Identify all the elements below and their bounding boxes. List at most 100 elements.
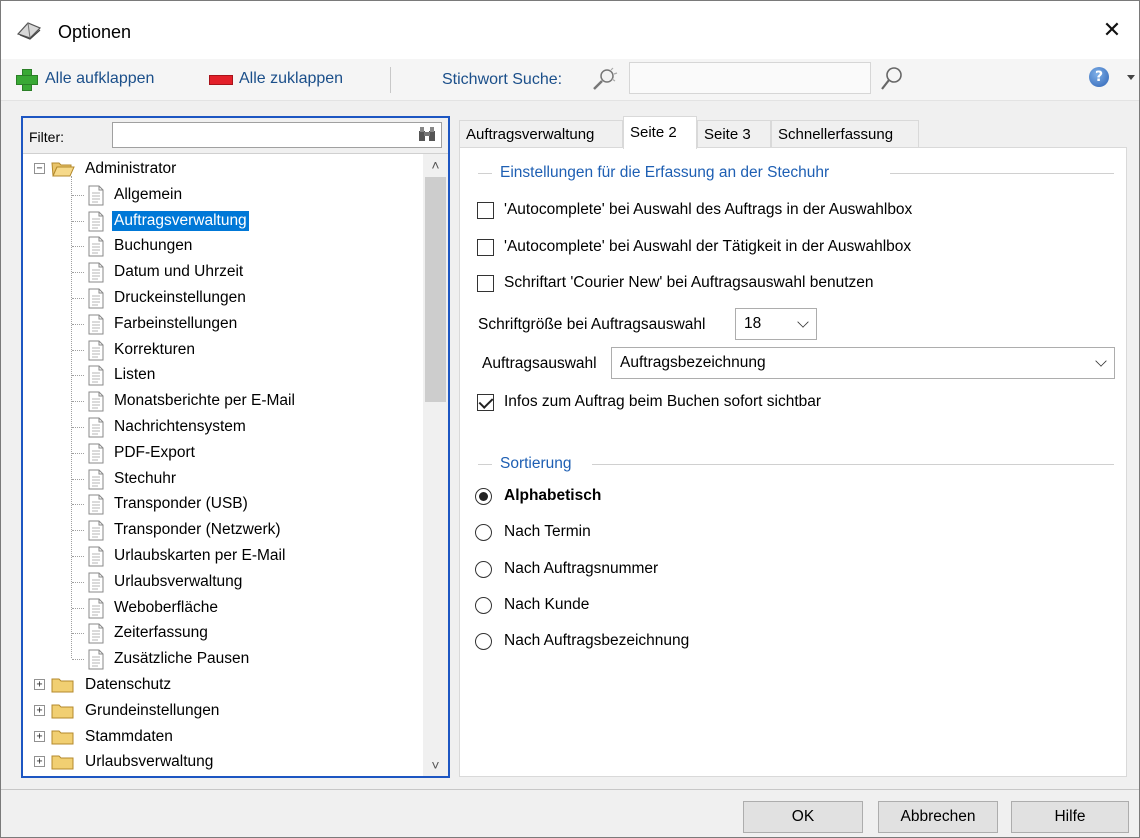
font-size-value: 18 bbox=[744, 315, 762, 332]
autocomplete-order-label: 'Autocomplete' bei Auswahl des Auftrags … bbox=[504, 201, 913, 218]
autocomplete-order-checkbox[interactable] bbox=[477, 202, 494, 219]
tree-guide-line bbox=[72, 272, 84, 274]
sort-alphabetical-radio[interactable] bbox=[475, 488, 492, 505]
tree-node-label: Weboberfläche bbox=[114, 598, 218, 616]
chevron-down-icon[interactable]: ˅ bbox=[423, 754, 448, 776]
tree-node-label: Datum und Uhrzeit bbox=[114, 263, 244, 281]
search-icon[interactable] bbox=[879, 65, 905, 93]
chevron-up-icon[interactable]: ˄ bbox=[423, 154, 448, 176]
tree-node-zusätzliche-pausen[interactable]: Zusätzliche Pausen bbox=[23, 646, 423, 672]
tree-guide-line bbox=[72, 401, 84, 403]
expand-all-button[interactable]: Alle aufklappen bbox=[15, 65, 154, 93]
tree-guide-line bbox=[72, 427, 84, 428]
tree-node-urlaubsverwaltung[interactable]: Urlaubsverwaltung bbox=[23, 569, 423, 595]
tab-seite-3[interactable]: Seite 3 bbox=[697, 120, 771, 148]
tab-auftragsverwaltung[interactable]: Auftragsverwaltung bbox=[459, 120, 623, 148]
tree-node-allgemein[interactable]: Allgemein bbox=[23, 182, 423, 208]
tree-node-weboberfläche[interactable]: Weboberfläche bbox=[23, 595, 423, 621]
tree-node-administrator[interactable]: − Administrator bbox=[23, 156, 423, 182]
tab-schnellerfassung[interactable]: Schnellerfassung bbox=[771, 120, 919, 148]
autocomplete-activity-label: 'Autocomplete' bei Auswahl der Tätigkeit… bbox=[504, 238, 912, 255]
folder-icon bbox=[51, 728, 75, 746]
tree-node-label: Zeiterfassung bbox=[114, 624, 208, 642]
app-icon bbox=[16, 22, 42, 40]
courier-font-checkbox[interactable] bbox=[477, 275, 494, 292]
tree-node-transponder-usb-[interactable]: Transponder (USB) bbox=[23, 491, 423, 517]
tree-node-monatsberichte-per-e-mail[interactable]: Monatsberichte per E-Mail bbox=[23, 388, 423, 414]
tree-node-farbeinstellungen[interactable]: Farbeinstellungen bbox=[23, 311, 423, 337]
tree-node-buchungen[interactable]: Buchungen bbox=[23, 233, 423, 259]
cancel-button[interactable]: Abbrechen bbox=[878, 801, 998, 833]
page-icon bbox=[87, 185, 105, 206]
tree-node-transponder-netzwerk-[interactable]: Transponder (Netzwerk) bbox=[23, 517, 423, 543]
tree-node-grundeinstellungen[interactable]: + Grundeinstellungen bbox=[23, 698, 423, 724]
tree-guide-line bbox=[72, 298, 84, 299]
tree-node-label: Urlaubsverwaltung bbox=[114, 572, 243, 590]
expand-icon[interactable]: + bbox=[34, 704, 45, 716]
sort-date-label: Nach Termin bbox=[504, 523, 591, 540]
help-button[interactable]: ? bbox=[1089, 67, 1113, 91]
scrollbar-thumb[interactable] bbox=[425, 177, 446, 402]
tree-node-label: Druckeinstellungen bbox=[114, 289, 246, 306]
tree-node-label: Grundeinstellungen bbox=[85, 701, 220, 719]
tree-node-pdf-export[interactable]: PDF-Export bbox=[23, 440, 423, 466]
tree-node-korrekturen[interactable]: Korrekturen bbox=[23, 337, 423, 363]
tree-node-label: Stechuhr bbox=[114, 469, 177, 487]
folder-icon bbox=[51, 702, 75, 720]
tab-seite-2[interactable]: Seite 2 bbox=[623, 116, 697, 149]
tree-node-zeiterfassung[interactable]: Zeiterfassung bbox=[23, 620, 423, 646]
tree-guide-line bbox=[72, 530, 84, 532]
sort-description-radio[interactable] bbox=[475, 633, 492, 650]
tree-node-datenschutz[interactable]: + Datenschutz bbox=[23, 672, 423, 698]
sort-order-number-radio[interactable] bbox=[475, 561, 492, 578]
tree-node-stammdaten[interactable]: + Stammdaten bbox=[23, 724, 423, 750]
tree-node-label: Buchungen bbox=[114, 237, 193, 255]
close-icon: ✕ bbox=[1102, 17, 1122, 42]
tab-content-seite-2: Einstellungen für die Erfassung an der S… bbox=[459, 147, 1127, 777]
tree-node-urlaubskarten-per-e-mail[interactable]: Urlaubskarten per E-Mail bbox=[23, 543, 423, 569]
tree-node-label: Urlaubsverwaltung bbox=[85, 753, 214, 771]
help-dialog-button[interactable]: Hilfe bbox=[1011, 801, 1129, 833]
tree-node-label: Urlaubskarten per E-Mail bbox=[114, 547, 286, 564]
group-line bbox=[890, 173, 1114, 174]
tree-node-urlaubsverwaltung[interactable]: + Urlaubsverwaltung bbox=[23, 749, 423, 775]
tree-node-nachrichtensystem[interactable]: Nachrichtensystem bbox=[23, 414, 423, 440]
expand-icon[interactable]: + bbox=[34, 756, 45, 768]
page-icon bbox=[87, 649, 105, 670]
tree-node-label: Listen bbox=[114, 366, 156, 384]
tree-node-auftragsverwaltung[interactable]: Auftragsverwaltung bbox=[23, 208, 423, 234]
window-title: Optionen bbox=[58, 22, 132, 42]
tree-node-stechuhr[interactable]: Stechuhr bbox=[23, 466, 423, 492]
collapse-all-button[interactable]: Alle zuklappen bbox=[209, 65, 343, 93]
ok-button[interactable]: OK bbox=[743, 801, 863, 833]
tree-node-label: Monatsberichte per E-Mail bbox=[114, 392, 295, 410]
tree-node-label: Korrekturen bbox=[114, 340, 195, 358]
expand-icon[interactable]: + bbox=[34, 730, 45, 742]
chevron-down-icon[interactable] bbox=[1127, 75, 1135, 80]
sort-customer-radio[interactable] bbox=[475, 597, 492, 614]
search-label: Stichwort Suche: bbox=[442, 71, 563, 88]
tree-scrollbar[interactable]: ˄ ˅ bbox=[423, 154, 448, 776]
binoculars-icon[interactable] bbox=[418, 126, 436, 142]
filter-input[interactable] bbox=[112, 122, 442, 148]
tree-guide-line bbox=[72, 659, 84, 661]
keyword-search-input[interactable] bbox=[629, 62, 871, 94]
order-selection-select[interactable]: Auftragsbezeichnung bbox=[611, 347, 1115, 379]
tree-node-druckeinstellungen[interactable]: Druckeinstellungen bbox=[23, 285, 423, 311]
magic-search-icon[interactable] bbox=[589, 67, 619, 93]
info-visible-checkbox[interactable] bbox=[477, 394, 494, 411]
tree-node-datum-und-uhrzeit[interactable]: Datum und Uhrzeit bbox=[23, 259, 423, 285]
autocomplete-activity-checkbox[interactable] bbox=[477, 239, 494, 256]
expand-icon[interactable]: + bbox=[34, 679, 45, 690]
collapse-icon[interactable]: − bbox=[34, 163, 45, 174]
close-button[interactable]: ✕ bbox=[1095, 13, 1129, 47]
chevron-down-icon bbox=[1095, 355, 1107, 367]
sort-date-radio[interactable] bbox=[475, 524, 492, 541]
order-selection-value: Auftragsbezeichnung bbox=[620, 354, 766, 371]
tree-guide-line bbox=[72, 452, 84, 454]
font-size-select[interactable]: 18 bbox=[735, 308, 817, 340]
tree-node-label: Auftragsverwaltung bbox=[112, 210, 249, 231]
tree-node-listen[interactable]: Listen bbox=[23, 362, 423, 388]
page-icon bbox=[87, 314, 105, 335]
tree-guide-line bbox=[72, 375, 84, 377]
